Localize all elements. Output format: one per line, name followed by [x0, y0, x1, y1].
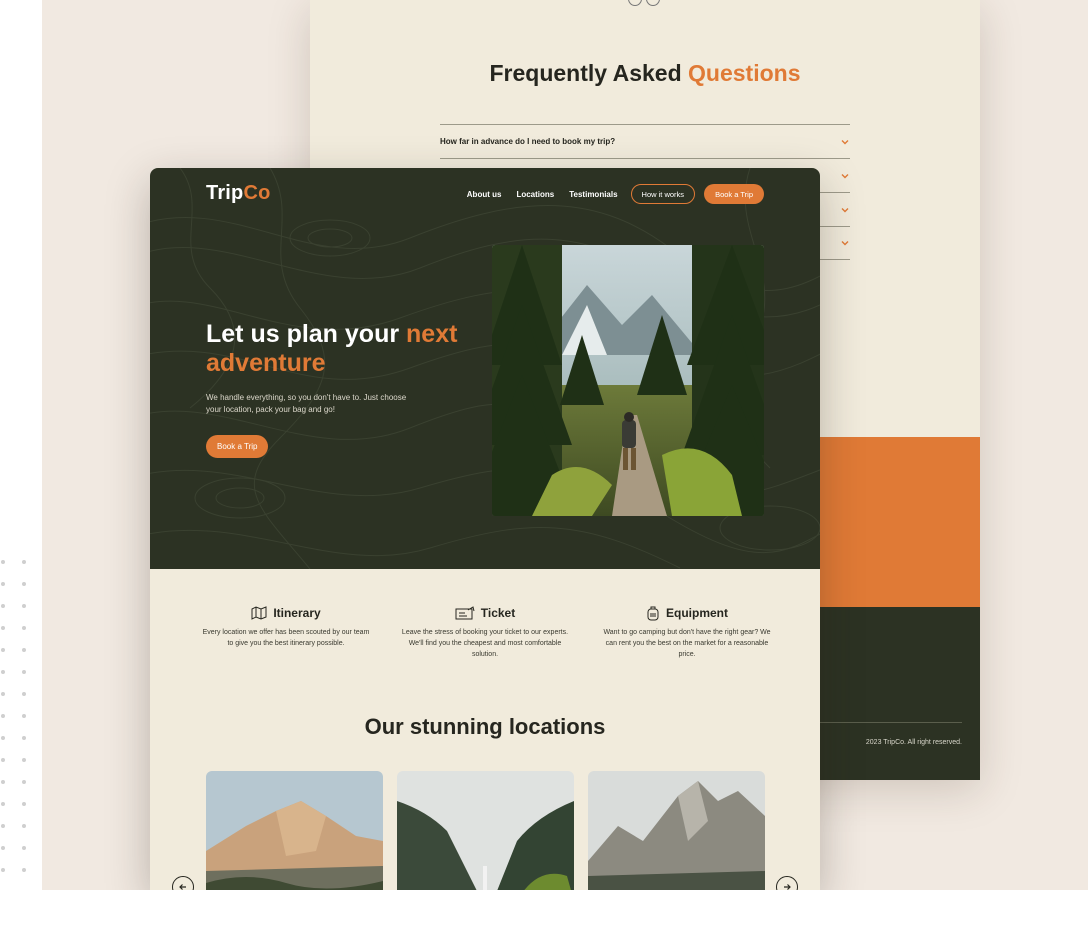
dot — [22, 780, 26, 784]
nav-testimonials[interactable]: Testimonials — [569, 190, 617, 199]
feature-title: Equipment — [666, 606, 728, 620]
stage: Frequently Asked Questions How far in ad… — [0, 0, 1088, 934]
dot — [1, 648, 5, 652]
dot — [22, 714, 26, 718]
nav-locations[interactable]: Locations — [516, 190, 554, 199]
dot — [1, 868, 5, 872]
dot — [1, 560, 5, 564]
dot — [22, 604, 26, 608]
dot — [22, 670, 26, 674]
dot — [22, 758, 26, 762]
dot — [1, 714, 5, 718]
bottom-strip — [0, 890, 1088, 934]
dot — [1, 736, 5, 740]
map-icon — [251, 606, 267, 620]
arrow-left-icon — [179, 884, 186, 890]
hero-description: We handle everything, so you don't have … — [206, 393, 407, 414]
arrow-right-icon — [784, 884, 791, 890]
dot — [22, 560, 26, 564]
faq-item[interactable]: How far in advance do I need to book my … — [440, 124, 850, 158]
dot — [22, 626, 26, 630]
feature-equipment: Equipment Want to go camping but don't h… — [602, 603, 772, 660]
carousel-prev-button[interactable] — [172, 876, 194, 890]
locations-title: Our stunning locations — [364, 714, 606, 739]
dot — [1, 824, 5, 828]
hero-book-button[interactable]: Book a Trip — [206, 435, 269, 458]
dot — [22, 736, 26, 740]
nav-book-button[interactable]: Book a Trip — [704, 184, 764, 204]
dot — [1, 846, 5, 850]
dot — [22, 868, 26, 872]
dot — [22, 802, 26, 806]
how-it-works-button[interactable]: How it works — [630, 184, 696, 204]
dot — [22, 846, 26, 850]
dot — [1, 692, 5, 696]
home-page-card: TripCo About us Locations Testimonials H… — [150, 168, 820, 890]
social-icon[interactable] — [628, 0, 642, 6]
main-nav: About us Locations Testimonials How it w… — [467, 184, 764, 204]
copyright-text: 2023 TripCo. All right reserved. — [865, 739, 962, 746]
dot — [22, 582, 26, 586]
feature-title: Itinerary — [273, 606, 321, 620]
dot — [1, 758, 5, 762]
feature-description: Every location we offer has been scouted… — [202, 629, 370, 647]
chevron-down-icon — [841, 241, 849, 246]
dot — [1, 604, 5, 608]
social-icon[interactable] — [646, 0, 660, 6]
dot — [22, 824, 26, 828]
chevron-down-icon — [841, 173, 849, 178]
hero-forest-image — [492, 245, 764, 516]
dot — [1, 780, 5, 784]
dot — [1, 582, 5, 586]
feature-description: Leave the stress of booking your ticket … — [401, 629, 569, 658]
feature-description: Want to go camping but don't have the ri… — [603, 629, 771, 658]
chevron-down-icon — [841, 207, 849, 212]
nav-about[interactable]: About us — [467, 190, 502, 199]
location-card[interactable] — [206, 771, 383, 890]
hero-title: Let us plan your next adventure — [206, 320, 458, 377]
dot — [22, 692, 26, 696]
hero-section: TripCo About us Locations Testimonials H… — [150, 168, 820, 569]
location-card[interactable] — [588, 771, 765, 890]
feature-ticket: Ticket Leave the stress of booking your … — [400, 603, 570, 660]
carousel-next-button[interactable] — [776, 876, 798, 890]
dot — [1, 626, 5, 630]
location-card[interactable] — [397, 771, 574, 890]
faq-title: Frequently Asked Questions — [489, 60, 801, 86]
tripco-logo[interactable]: TripCo — [206, 182, 271, 205]
social-icons — [628, 0, 664, 11]
backpack-icon — [647, 606, 659, 621]
ticket-icon — [455, 606, 475, 620]
dot — [1, 802, 5, 806]
dot — [1, 670, 5, 674]
feature-itinerary: Itinerary Every location we offer has be… — [201, 603, 371, 649]
chevron-down-icon — [841, 139, 849, 144]
faq-question: How far in advance do I need to book my … — [440, 137, 616, 146]
feature-title: Ticket — [480, 606, 516, 620]
dot — [22, 648, 26, 652]
